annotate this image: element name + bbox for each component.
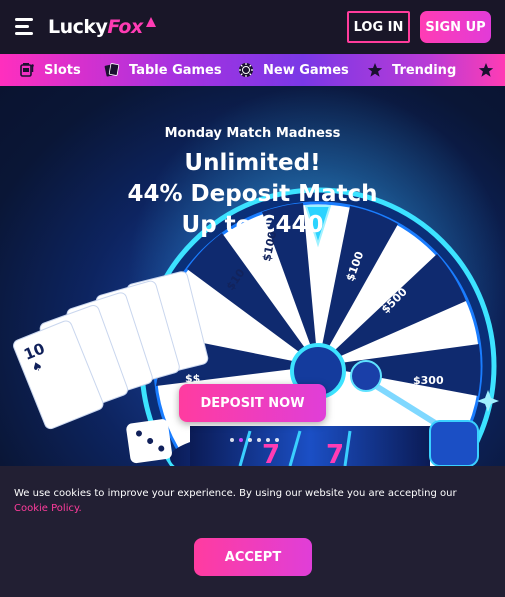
nav-item-slots[interactable]: Slots [19,54,81,86]
nav-item-table-games[interactable]: Table Games [104,54,222,86]
nav-item-label: Slots [44,62,81,78]
fox-ear-icon [145,17,156,27]
carousel-dot[interactable] [230,438,234,442]
star-icon [478,62,494,78]
promo-banner[interactable]: $10 $100 LOSE JACKPOT $100 $500 $1000 $3… [0,86,505,466]
wheel-label: JACKPOT [314,249,327,305]
carousel-dot[interactable] [266,438,270,442]
cookie-banner: We use cookies to improve your experienc… [0,466,505,597]
promo-title-line2: 44% Deposit Match [127,181,378,207]
cookie-policy-link[interactable]: Cookie Policy. [14,503,82,514]
login-button[interactable]: LOG IN [347,11,410,43]
nav-item-new-games[interactable]: New Games [238,54,349,86]
deposit-now-button[interactable]: DEPOSIT NOW [179,384,326,422]
header: Lucky Fox LOG IN SIGN UP [0,0,505,54]
promo-title-line3: Up to €440 [181,212,324,238]
accept-cookies-button[interactable]: ACCEPT [194,538,312,576]
menu-icon[interactable] [15,18,35,35]
star-icon [367,62,383,78]
nav-item-label: Trending [392,62,457,78]
nav-item-label: Table Games [129,62,222,78]
logo-lucky: Lucky [48,16,108,38]
category-nav: Slots Table Games New Games Trending [0,54,505,86]
cookie-text: We use cookies to improve your experienc… [14,488,457,499]
carousel-dots [230,438,279,442]
logo[interactable]: Lucky Fox [48,14,158,40]
svg-text:7: 7 [262,440,280,466]
svg-text:7: 7 [326,440,344,466]
cookie-message: We use cookies to improve your experienc… [14,486,494,516]
page: Lucky Fox LOG IN SIGN UP Slots Table Game… [0,0,505,597]
promo-subtitle: Monday Match Madness [164,126,341,141]
carousel-dot[interactable] [275,438,279,442]
wheel-label: $300 [413,374,444,387]
carousel-dot[interactable] [248,438,252,442]
carousel-dot-active[interactable] [239,438,243,442]
promo-title-line1: Unlimited! [184,150,321,176]
nav-item-trending[interactable]: Trending [367,54,456,86]
cards-icon [104,62,120,78]
slot-machine-icon [19,62,35,78]
signup-button[interactable]: SIGN UP [420,11,491,43]
nav-item-more[interactable] [478,54,503,86]
chip-icon [238,62,254,78]
carousel-dot[interactable] [257,438,261,442]
logo-fox: Fox [107,16,143,38]
nav-item-label: New Games [263,62,349,78]
